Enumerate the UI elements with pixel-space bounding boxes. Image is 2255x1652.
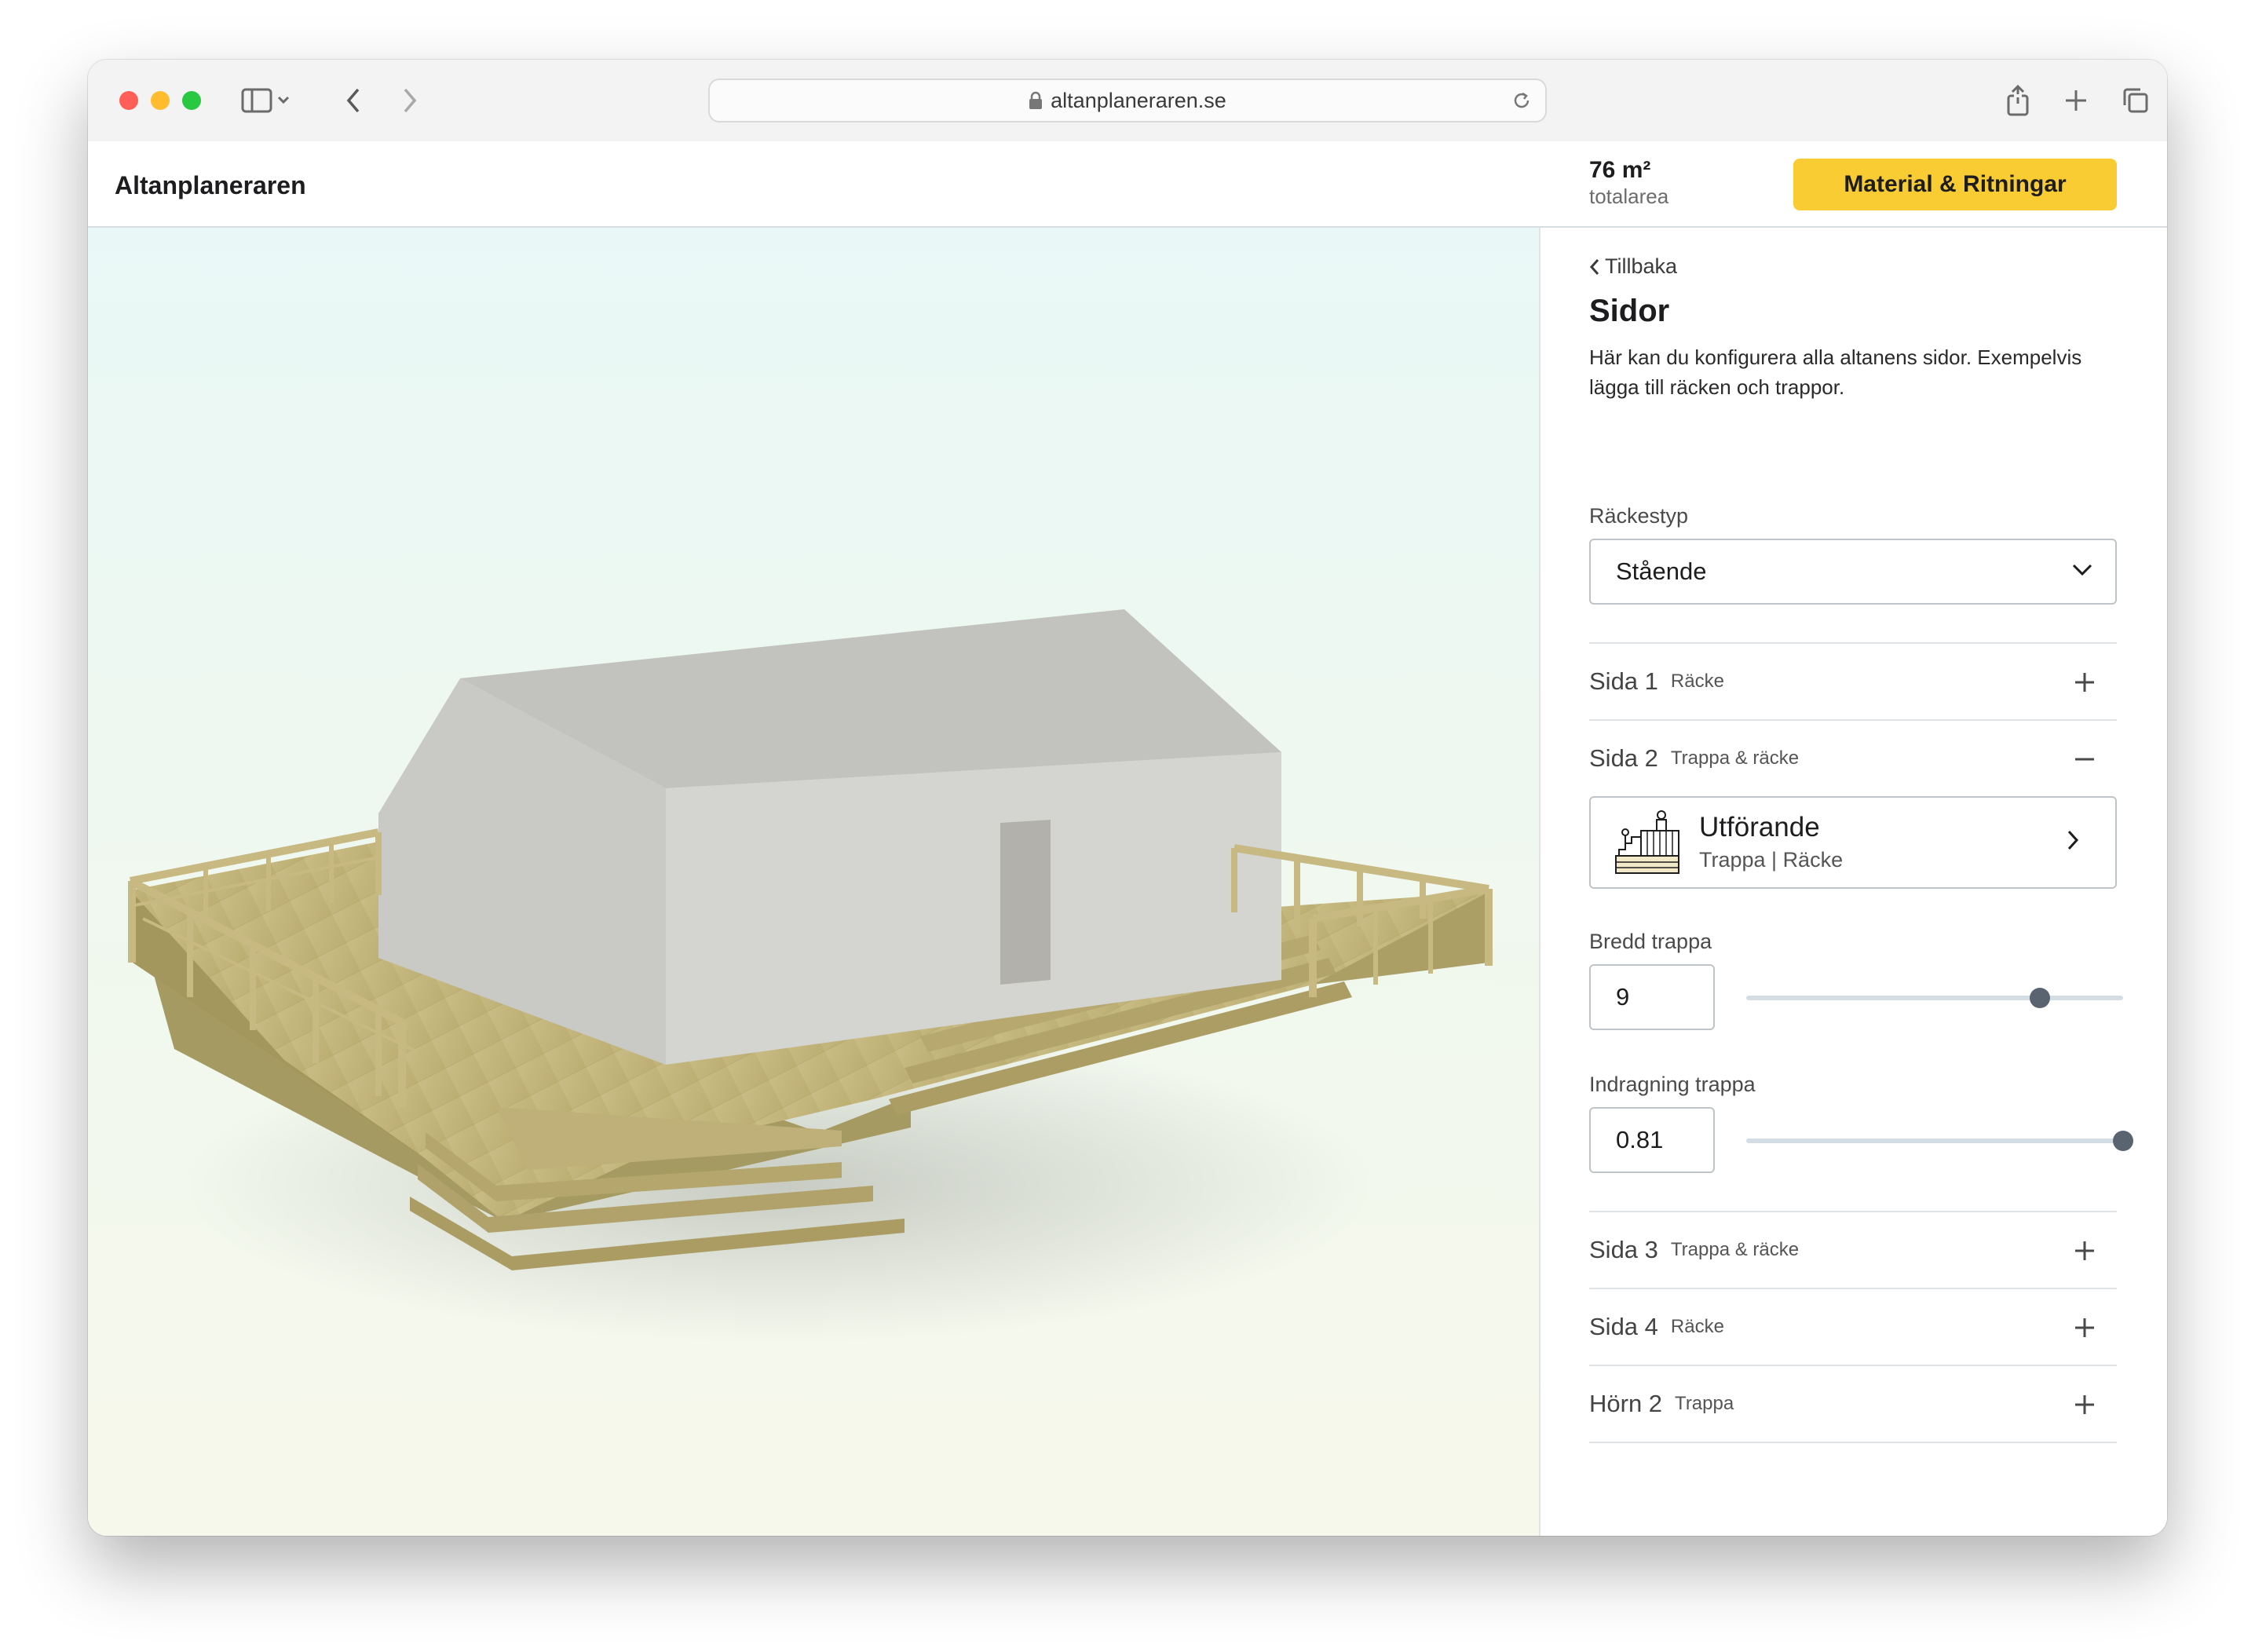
close-window-button[interactable] [119, 91, 138, 110]
total-area-label: totalarea [1589, 185, 1669, 208]
sides-panel: Tillbaka Sidor Här kan du konfigurera al… [1539, 228, 2167, 1536]
slider-track [1746, 1138, 2123, 1143]
forward-nav-icon[interactable] [394, 83, 426, 118]
url-text: altanplaneraren.se [1051, 88, 1226, 112]
panel-description: Här kan du konfigurera alla altanens sid… [1589, 345, 2082, 399]
stair-indent-slider[interactable] [1746, 1124, 2133, 1156]
total-area: 76 m² totalarea [1589, 157, 1668, 209]
material-drawings-button[interactable]: Material & Ritningar [1793, 159, 2117, 210]
back-nav-icon[interactable] [338, 83, 369, 118]
design-card-subtitle: Trappa | Räcke [1699, 848, 1844, 872]
browser-toolbar: altanplaneraren.se [88, 60, 2167, 143]
side-row-1[interactable]: Sida 1 Räcke [1589, 644, 2117, 719]
railing-type-value: Stående [1616, 557, 1707, 585]
side-type: Trappa & räcke [1670, 1239, 1800, 1260]
share-icon[interactable] [2002, 83, 2034, 118]
3d-viewport[interactable] [88, 228, 1539, 1536]
side-name: Sida 2 [1589, 744, 1658, 772]
stair-indent-input[interactable]: 0.81 [1589, 1107, 1715, 1173]
stair-railing-icon [1614, 809, 1680, 880]
side-row-4[interactable]: Sida 4 Räcke [1589, 1289, 2117, 1365]
slider-thumb[interactable] [2030, 988, 2051, 1008]
stair-width-value: 9 [1616, 983, 1630, 1011]
minimize-window-button[interactable] [151, 91, 170, 110]
side-type: Räcke [1670, 1316, 1724, 1337]
house-front-wall [666, 752, 1281, 1065]
side-name: Sida 4 [1589, 1313, 1658, 1340]
stair-indent-value: 0.81 [1616, 1126, 1664, 1153]
plus-icon[interactable] [2074, 1241, 2095, 1261]
tabs-icon[interactable] [2118, 83, 2153, 118]
stair-width-input[interactable]: 9 [1589, 964, 1715, 1030]
side-name: Sida 3 [1589, 1236, 1658, 1263]
app-header: Altanplaneraren 76 m² totalarea Material… [88, 141, 2167, 228]
plus-icon[interactable] [2074, 1394, 2095, 1415]
plus-icon[interactable] [2074, 1318, 2095, 1338]
chevron-right-icon [2067, 829, 2079, 851]
slider-track [1746, 996, 2123, 1000]
side-type: Trappa & räcke [1670, 747, 1800, 769]
corner-row-2[interactable]: Hörn 2 Trappa [1589, 1366, 2117, 1442]
total-area-value: 76 m² [1589, 157, 1651, 183]
side-type: Räcke [1670, 671, 1724, 692]
railing-type-select[interactable]: Stående [1589, 539, 2117, 605]
design-card-title: Utförande [1699, 812, 1820, 842]
plus-icon[interactable] [2060, 83, 2092, 118]
back-link[interactable]: Tillbaka [1589, 254, 1677, 279]
side-row-2[interactable]: Sida 2 Trappa & räcke [1589, 721, 2117, 796]
zoom-window-button[interactable] [182, 91, 201, 110]
lock-icon [1029, 91, 1043, 110]
chevron-left-icon [1589, 258, 1600, 276]
address-bar[interactable]: altanplaneraren.se [708, 79, 1547, 122]
house-door [1000, 820, 1051, 985]
side-row-3[interactable]: Sida 3 Trappa & räcke [1589, 1212, 2117, 1288]
browser-window: altanplaneraren.se Altanplaneraren 76 m²… [88, 60, 2167, 1536]
app-title: Altanplaneraren [115, 171, 306, 199]
railing-type-label: Räckestyp [1589, 504, 1689, 528]
panel-title: Sidor [1589, 294, 1670, 328]
divider [1589, 1442, 2117, 1443]
slider-thumb[interactable] [2113, 1131, 2133, 1151]
minus-icon[interactable] [2074, 749, 2095, 769]
side-name: Sida 1 [1589, 667, 1658, 695]
plus-icon[interactable] [2074, 672, 2095, 693]
stair-width-slider[interactable] [1746, 981, 2123, 1013]
back-label: Tillbaka [1605, 254, 1678, 278]
sidebar-icon[interactable] [239, 83, 294, 118]
stair-width-label: Bredd trappa [1589, 930, 1712, 953]
reload-icon[interactable] [1511, 90, 1533, 111]
side-name: Hörn 2 [1589, 1390, 1663, 1417]
deck-scene[interactable] [88, 228, 1539, 1536]
design-card[interactable]: Utförande Trappa | Räcke [1589, 796, 2117, 889]
stair-indent-label: Indragning trappa [1589, 1073, 1756, 1096]
chevron-down-icon [2071, 562, 2093, 578]
side-type: Trappa [1675, 1393, 1734, 1414]
